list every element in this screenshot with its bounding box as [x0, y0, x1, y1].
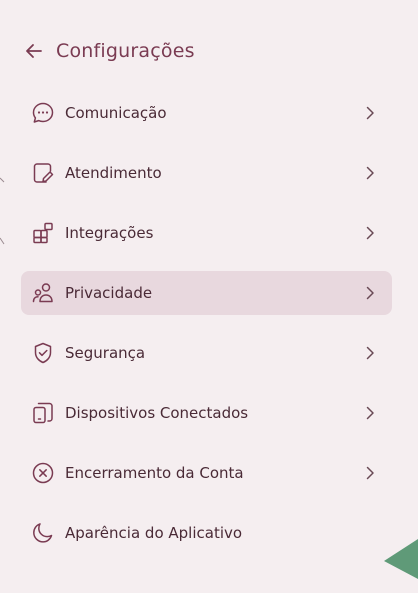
menu-item-seguranca[interactable]: Segurança: [21, 331, 392, 375]
menu-item-privacidade[interactable]: Privacidade: [21, 271, 392, 315]
edge-decoration: [0, 177, 5, 245]
menu-item-label: Integrações: [65, 224, 154, 242]
page-title: Configurações: [56, 40, 195, 62]
menu-item-label: Privacidade: [65, 284, 153, 302]
chevron-right-icon: [366, 226, 374, 240]
menu-item-label: Atendimento: [65, 164, 162, 182]
chevron-right-icon: [366, 106, 374, 120]
menu-item-label: Aparência do Aplicativo: [65, 524, 243, 542]
settings-panel: Configurações Comunicação Atendimento In…: [0, 0, 418, 593]
chevron-right-icon: [366, 166, 374, 180]
settings-menu: Comunicação Atendimento Integrações Priv…: [21, 91, 392, 571]
menu-item-dispositivos-conectados[interactable]: Dispositivos Conectados: [21, 391, 392, 435]
menu-item-label: Encerramento da Conta: [65, 464, 244, 482]
menu-item-atendimento[interactable]: Atendimento: [21, 151, 392, 195]
users-icon: [31, 281, 55, 305]
menu-item-label: Segurança: [65, 344, 146, 362]
header: Configurações: [24, 36, 195, 66]
menu-item-comunicacao[interactable]: Comunicação: [21, 91, 392, 135]
chat-bubble-icon: [31, 101, 55, 125]
menu-item-label: Dispositivos Conectados: [65, 404, 249, 422]
chevron-right-icon: [366, 346, 374, 360]
menu-item-aparencia-do-aplicativo[interactable]: Aparência do Aplicativo: [21, 511, 392, 555]
devices-icon: [31, 401, 55, 425]
chevron-right-icon: [366, 466, 374, 480]
circle-x-icon: [31, 461, 55, 485]
moon-icon: [31, 521, 55, 545]
corner-triangle-decoration: [384, 539, 418, 579]
chevron-right-icon: [366, 286, 374, 300]
arrow-left-icon[interactable]: [24, 41, 44, 61]
chevron-right-icon: [366, 406, 374, 420]
menu-item-integracoes[interactable]: Integrações: [21, 211, 392, 255]
menu-item-label: Comunicação: [65, 104, 167, 122]
grid-add-icon: [31, 221, 55, 245]
menu-item-encerramento-da-conta[interactable]: Encerramento da Conta: [21, 451, 392, 495]
document-edit-icon: [31, 161, 55, 185]
shield-check-icon: [31, 341, 55, 365]
